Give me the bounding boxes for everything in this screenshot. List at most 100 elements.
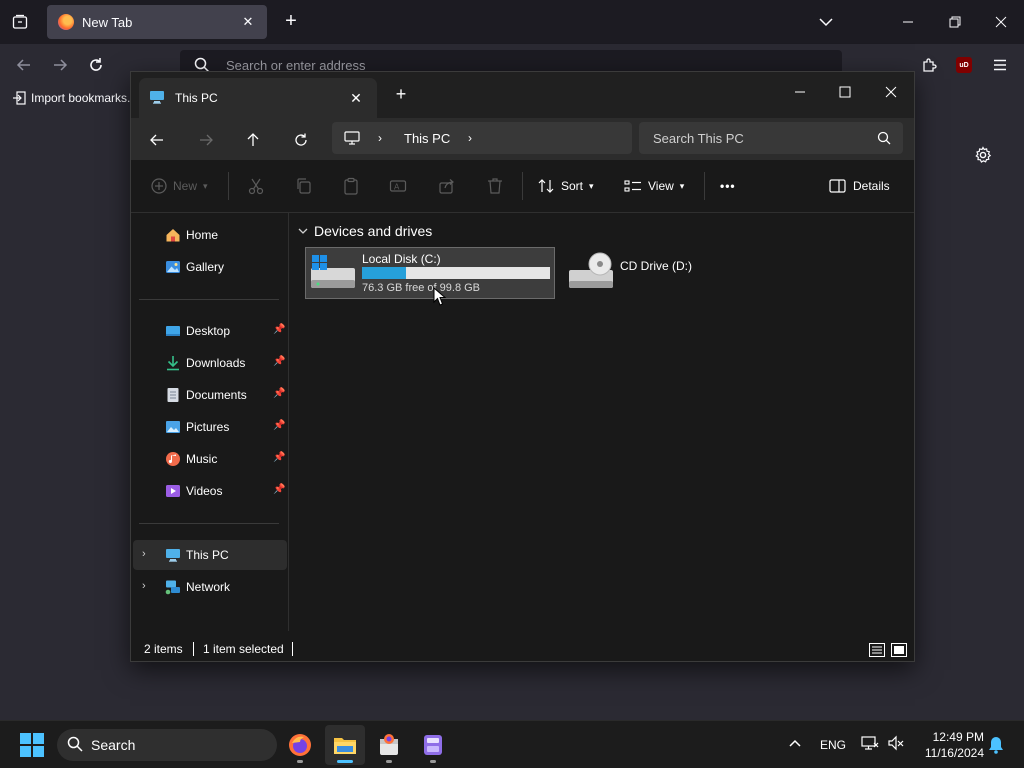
sidebar-item-home[interactable]: Home (133, 220, 287, 250)
pictures-icon (166, 421, 180, 433)
explorer-tab-this-pc[interactable]: This PC ✕ (139, 78, 377, 118)
monitor-icon (166, 549, 180, 562)
drive-tile-cd-drive-d[interactable]: CD Drive (D:) (564, 247, 724, 299)
sort-button[interactable]: Sort ▾ (537, 174, 594, 198)
sidebar-item-pictures[interactable]: Pictures 📌 (133, 412, 287, 442)
windows-start-icon[interactable] (20, 733, 44, 757)
taskbar-app-installer[interactable] (369, 725, 409, 765)
back-arrow-icon[interactable] (12, 53, 36, 77)
cut-icon[interactable] (247, 174, 265, 198)
pin-icon: 📌 (273, 420, 286, 431)
sidebar-item-network[interactable]: › Network (133, 572, 287, 602)
drive-tile-local-disk-c[interactable]: Local Disk (C:) 76.3 GB free of 99.8 GB (305, 247, 555, 299)
chevron-right-icon[interactable]: › (378, 131, 382, 145)
paste-icon[interactable] (342, 174, 360, 198)
sidebar-item-this-pc[interactable]: › This PC (133, 540, 287, 570)
toolbar-divider (228, 172, 229, 200)
sort-label: Sort (561, 179, 584, 193)
sidebar-item-music[interactable]: Music 📌 (133, 444, 287, 474)
chevron-right-icon[interactable]: › (142, 548, 146, 560)
sidebar-item-gallery[interactable]: Gallery (133, 252, 287, 282)
more-options-button[interactable]: ••• (720, 174, 736, 198)
restore-icon[interactable] (943, 10, 967, 34)
taskbar-app-calculator[interactable] (413, 725, 453, 765)
view-button[interactable]: View ▾ (624, 174, 684, 198)
taskbar-clock[interactable]: 12:49 PM 11/16/2024 (916, 729, 984, 761)
sidebar-label: Network (186, 580, 231, 594)
close-tab-icon[interactable]: ✕ (347, 89, 365, 107)
minimize-icon[interactable] (777, 78, 823, 106)
status-bar: 2 items 1 item selected (131, 639, 914, 661)
mouse-cursor-icon (433, 287, 447, 306)
breadcrumb-this-pc[interactable]: This PC (404, 131, 450, 146)
import-icon (13, 91, 26, 105)
sidebar-item-desktop[interactable]: Desktop 📌 (133, 316, 287, 346)
large-icons-view-icon[interactable] (891, 642, 907, 658)
new-label: New (173, 179, 198, 193)
delete-icon[interactable] (486, 174, 504, 198)
explorer-address-bar[interactable]: › This PC › (332, 122, 632, 154)
language-indicator[interactable]: ENG (820, 738, 846, 752)
extensions-puzzle-icon[interactable] (917, 53, 941, 77)
details-pane-button[interactable]: Details (829, 174, 890, 198)
explorer-search-box[interactable] (639, 122, 903, 154)
hamburger-menu-icon[interactable] (988, 53, 1012, 77)
firefox-view-icon[interactable] (10, 12, 30, 32)
clock-date: 11/16/2024 (924, 746, 984, 760)
clock-time: 12:49 PM (932, 730, 984, 744)
running-indicator (386, 760, 392, 763)
new-tab-button[interactable]: + (280, 11, 302, 33)
pin-icon: 📌 (273, 356, 286, 367)
chevron-right-icon[interactable]: › (142, 580, 146, 592)
refresh-icon[interactable] (287, 126, 315, 154)
import-bookmarks-button[interactable]: Import bookmarks... (12, 91, 137, 105)
close-tab-icon[interactable]: ✕ (239, 13, 257, 31)
toolbar-divider (522, 172, 523, 200)
back-arrow-icon[interactable] (143, 126, 171, 154)
sidebar-label: Home (186, 228, 219, 242)
taskbar-app-firefox[interactable] (280, 725, 320, 765)
desktop-icon (166, 326, 180, 336)
close-window-icon[interactable] (868, 78, 914, 106)
details-pane-icon (829, 179, 846, 193)
rename-icon[interactable]: A (389, 174, 407, 198)
sidebar-item-downloads[interactable]: Downloads 📌 (133, 348, 287, 378)
chevron-right-icon[interactable]: › (468, 131, 472, 145)
taskbar-search-box[interactable]: Search (57, 729, 277, 761)
copy-icon[interactable] (295, 174, 313, 198)
details-view-icon[interactable] (869, 642, 885, 658)
maximize-icon[interactable] (822, 78, 868, 106)
minimize-icon[interactable] (896, 10, 920, 34)
chevron-up-icon[interactable] (787, 735, 803, 754)
forward-arrow-icon[interactable] (48, 53, 72, 77)
reload-icon[interactable] (84, 53, 108, 77)
home-icon (166, 229, 180, 242)
share-icon[interactable] (438, 174, 456, 198)
group-header-devices[interactable]: Devices and drives (298, 223, 432, 239)
selection-count: 1 item selected (203, 642, 284, 656)
new-button[interactable]: New ▾ (151, 174, 208, 198)
chevron-down-icon[interactable] (816, 12, 836, 32)
firefox-icon (289, 734, 311, 756)
drive-usage-fill (362, 267, 407, 279)
running-indicator (297, 760, 303, 763)
forward-arrow-icon[interactable] (192, 126, 220, 154)
close-window-icon[interactable] (989, 10, 1013, 34)
volume-muted-icon[interactable] (887, 735, 905, 754)
plus-circle-icon (151, 178, 167, 194)
notification-bell-icon[interactable] (988, 736, 1004, 757)
music-icon (166, 452, 180, 466)
drive-name: CD Drive (D:) (620, 259, 692, 273)
network-status-icon[interactable] (861, 735, 879, 754)
gear-icon[interactable] (973, 145, 993, 165)
sidebar-item-videos[interactable]: Videos 📌 (133, 476, 287, 506)
up-arrow-icon[interactable] (239, 126, 267, 154)
taskbar-app-file-explorer[interactable] (325, 725, 365, 765)
sidebar-item-documents[interactable]: Documents 📌 (133, 380, 287, 410)
sidebar-label: Videos (186, 484, 223, 498)
search-input[interactable] (653, 122, 873, 154)
ublock-origin-icon[interactable]: uD (952, 53, 976, 77)
browser-tab-new-tab[interactable]: New Tab ✕ (47, 5, 267, 39)
view-label: View (648, 179, 674, 193)
new-tab-button[interactable]: + (392, 85, 410, 104)
